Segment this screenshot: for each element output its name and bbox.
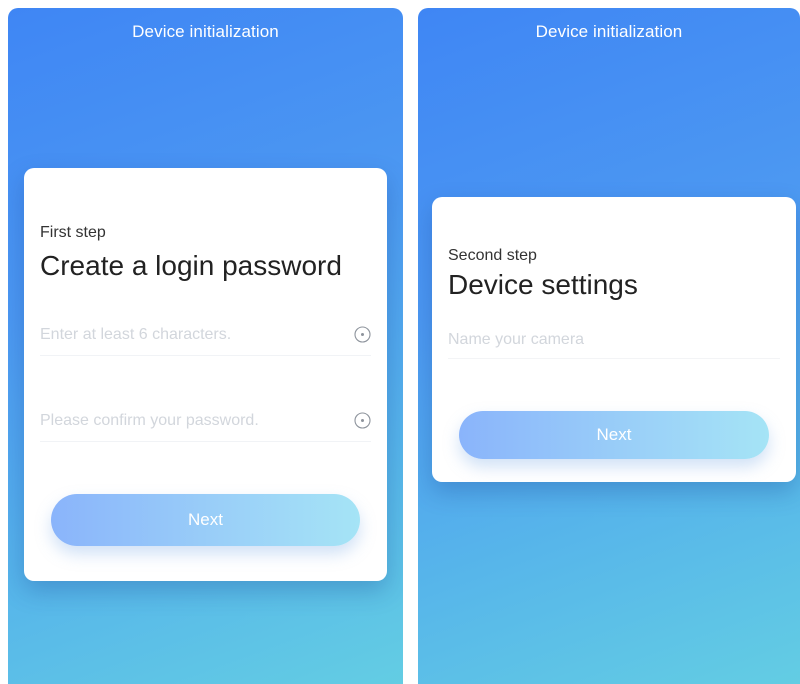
confirm-password-field[interactable]: Please confirm your password. [40,402,371,442]
step-label: Second step [448,247,537,264]
header-title: Device initialization [535,22,683,41]
step-title: Device settings [448,269,638,300]
password-field[interactable]: Enter at least 6 characters. [40,316,371,356]
step-title: Create a login password [40,250,342,281]
camera-name-field[interactable]: Name your camera [448,321,780,359]
screen-device-settings: Device initialization Second step Device… [418,8,800,684]
screen-create-password: Device initialization First step Create … [8,8,403,684]
camera-name-placeholder: Name your camera [448,331,585,348]
confirm-password-placeholder: Please confirm your password. [40,412,259,429]
step-label: First step [40,224,106,241]
password-card: First step Create a login password Enter… [24,168,387,581]
screenshot-stage: Device initialization First step Create … [0,0,800,684]
eye-icon[interactable] [354,326,371,343]
device-settings-card: Second step Device settings Name your ca… [432,197,796,482]
password-placeholder: Enter at least 6 characters. [40,326,232,343]
header-title: Device initialization [132,22,279,41]
eye-icon[interactable] [354,412,371,429]
next-button[interactable]: Next [459,411,769,459]
next-button[interactable]: Next [51,494,360,546]
